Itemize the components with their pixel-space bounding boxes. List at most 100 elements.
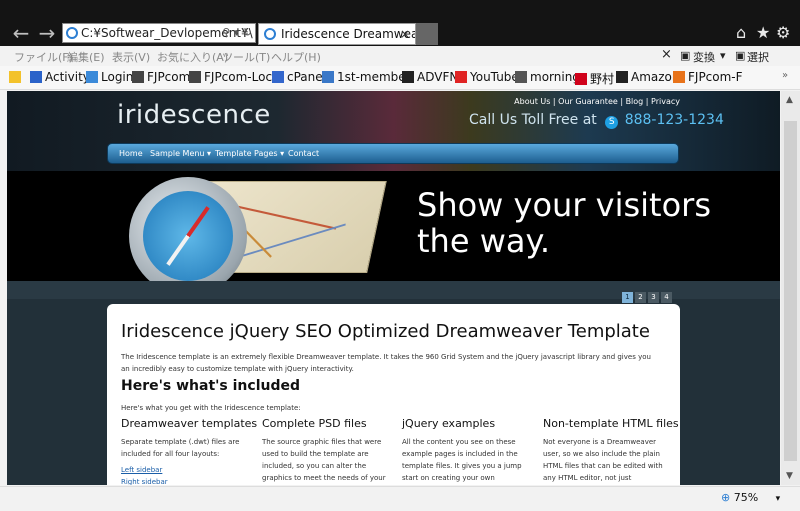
home-icon[interactable]: ⌂: [736, 23, 746, 42]
zoom-control[interactable]: ⊕ 75% ▾: [721, 491, 780, 504]
vertical-scrollbar[interactable]: ▲ ▼: [781, 91, 800, 485]
feature-title: Non-template HTML files: [543, 417, 679, 430]
favorites-bar: Activity Login FJPcom FJPcom-Local cPane…: [0, 66, 800, 90]
menu-close-icon[interactable]: ×: [661, 47, 672, 62]
site-logo[interactable]: iridescence: [117, 100, 271, 130]
fav-youtube[interactable]: YouTube: [455, 70, 519, 84]
hero-headline: Show your visitors the way.: [417, 187, 711, 259]
fav-fjpcom-f[interactable]: FJPcom-F: [673, 70, 743, 84]
sentaku-button[interactable]: 選択: [747, 49, 769, 65]
site-header: iridescence About Us | Our Guarantee | B…: [7, 91, 780, 171]
feature-text: Separate template (.dwt) files are inclu…: [121, 438, 240, 458]
fav-advfn[interactable]: ADVFN: [402, 70, 458, 84]
zoom-dropdown-icon[interactable]: ▾: [776, 494, 781, 504]
fav-advfn-icon: [402, 71, 414, 83]
fav-login[interactable]: Login: [86, 70, 133, 84]
feature-text: All the content you see on these example…: [402, 438, 522, 482]
top-links[interactable]: About Us | Our Guarantee | Blog | Privac…: [514, 97, 680, 106]
settings-gear-icon[interactable]: ⚙: [776, 23, 790, 42]
feature-html: Non-template HTML files Not everyone is …: [543, 417, 679, 485]
nav-contact[interactable]: Contact: [288, 149, 319, 158]
menu-edit[interactable]: 編集(E): [67, 49, 105, 65]
youtube-icon: [455, 71, 467, 83]
phone-number[interactable]: 888-123-1234: [625, 112, 724, 128]
address-tools[interactable]: ⚲ ▾ ↻: [222, 24, 252, 42]
nav-home[interactable]: Home: [119, 149, 143, 158]
main-nav: Home Sample Menu ▾ Template Pages ▾ Cont…: [107, 143, 679, 164]
feature-dreamweaver: Dreamweaver templates Separate template …: [121, 417, 258, 485]
fav-cpanel[interactable]: cPanel: [272, 70, 326, 84]
nav-template-pages[interactable]: Template Pages ▾: [215, 149, 284, 158]
content-panel: Iridescence jQuery SEO Optimized Dreamwe…: [107, 304, 680, 485]
slide-2-button[interactable]: 2: [635, 292, 646, 303]
feature-text: The source graphic files that were used …: [262, 438, 386, 482]
page-viewport: iridescence About Us | Our Guarantee | B…: [7, 91, 780, 485]
menu-file[interactable]: ファイル(F): [14, 49, 73, 65]
hero-banner: Show your visitors the way.: [7, 171, 780, 281]
zoom-level: 75%: [733, 491, 759, 504]
hero-line-2: the way.: [417, 222, 551, 260]
scroll-up-icon[interactable]: ▲: [786, 95, 793, 105]
favorites-more-icon[interactable]: »: [782, 70, 788, 81]
menu-help[interactable]: ヘルプ(H): [271, 49, 321, 65]
call-us: Call Us Toll Free at S 888-123-1234: [469, 112, 724, 129]
call-us-text: Call Us Toll Free at: [469, 112, 597, 128]
feature-title: Complete PSD files: [262, 417, 367, 430]
fav-fjpcom-local-icon: [189, 71, 201, 83]
nav-sample-menu[interactable]: Sample Menu ▾: [150, 149, 211, 158]
henkan-button[interactable]: 変換: [693, 49, 715, 65]
hero-line-1: Show your visitors: [417, 186, 711, 224]
included-subtext: Here's what you get with the Iridescence…: [121, 404, 301, 412]
feature-title: Dreamweaver templates: [121, 417, 258, 430]
zoom-icon: ⊕: [721, 491, 731, 504]
intro-text: The Iridescence template is an extremely…: [121, 353, 651, 373]
menu-view[interactable]: 表示(V): [112, 49, 150, 65]
browser-toolbar: ← → C:¥Softwear_Devlopement¥\ ⚲ ▾ ↻ Irid…: [0, 0, 800, 46]
tab-iridescence[interactable]: Iridescence Dreamweav... ×: [258, 23, 416, 45]
fav-amazon[interactable]: Amazon: [616, 70, 680, 84]
slide-1-button[interactable]: 1: [622, 292, 633, 303]
favorites-star-icon[interactable]: ★: [756, 23, 770, 42]
link-right-sidebar[interactable]: Right sidebar: [121, 476, 246, 485]
slide-pager: 1234: [620, 284, 672, 303]
tab-title: Iridescence Dreamweav...: [281, 27, 415, 41]
fav-morning-icon: [515, 71, 527, 83]
fav-activity[interactable]: Activity: [30, 70, 90, 84]
browser-window: ← → C:¥Softwear_Devlopement¥\ ⚲ ▾ ↻ Irid…: [0, 0, 800, 511]
ie-page-icon: [66, 27, 78, 39]
amazon-icon: [616, 71, 628, 83]
slide-4-button[interactable]: 4: [661, 292, 672, 303]
slide-3-button[interactable]: 3: [648, 292, 659, 303]
included-heading: Here's what's included: [121, 378, 301, 394]
tab-close-icon[interactable]: ×: [400, 24, 410, 44]
fav-1st-member-icon: [322, 71, 334, 83]
fav-1st-member[interactable]: 1st-member: [322, 70, 411, 84]
scrollbar-thumb[interactable]: [784, 121, 797, 461]
new-tab-button[interactable]: [416, 23, 438, 45]
fav-nomura[interactable]: 野村: [575, 70, 614, 87]
fav-activity-icon: [30, 71, 42, 83]
select-icon[interactable]: ▣: [735, 49, 745, 62]
menu-favorites[interactable]: お気に入り(A): [157, 49, 228, 65]
feature-text: Not everyone is a Dreamweaver user, so w…: [543, 438, 663, 482]
fav-fjpcom[interactable]: FJPcom: [132, 70, 190, 84]
skype-icon: S: [605, 116, 619, 129]
fav-morning[interactable]: morning: [515, 70, 580, 84]
forward-icon[interactable]: →: [36, 22, 58, 44]
fav-fjpcom-local[interactable]: FJPcom-Local: [189, 70, 283, 84]
fav-nomura-icon: [575, 73, 587, 85]
feature-psd: Complete PSD files The source graphic fi…: [262, 417, 387, 485]
link-left-sidebar[interactable]: Left sidebar: [121, 464, 246, 476]
translate-icon[interactable]: ▣: [680, 49, 690, 62]
slides-bar: 1234: [7, 281, 780, 303]
favorites-add-icon[interactable]: [9, 70, 24, 84]
menu-tools[interactable]: ツール(T): [222, 49, 270, 65]
henkan-dropdown-icon[interactable]: ▾: [720, 49, 726, 62]
back-icon[interactable]: ←: [10, 22, 32, 44]
menu-bar: ファイル(F) 編集(E) 表示(V) お気に入り(A) ツール(T) ヘルプ(…: [0, 46, 800, 66]
scroll-down-icon[interactable]: ▼: [786, 471, 793, 481]
fav-login-icon: [86, 71, 98, 83]
fav-fjpcom-f-icon: [673, 71, 685, 83]
fav-cpanel-icon: [272, 71, 284, 83]
address-bar[interactable]: C:¥Softwear_Devlopement¥\ ⚲ ▾ ↻: [62, 23, 256, 43]
